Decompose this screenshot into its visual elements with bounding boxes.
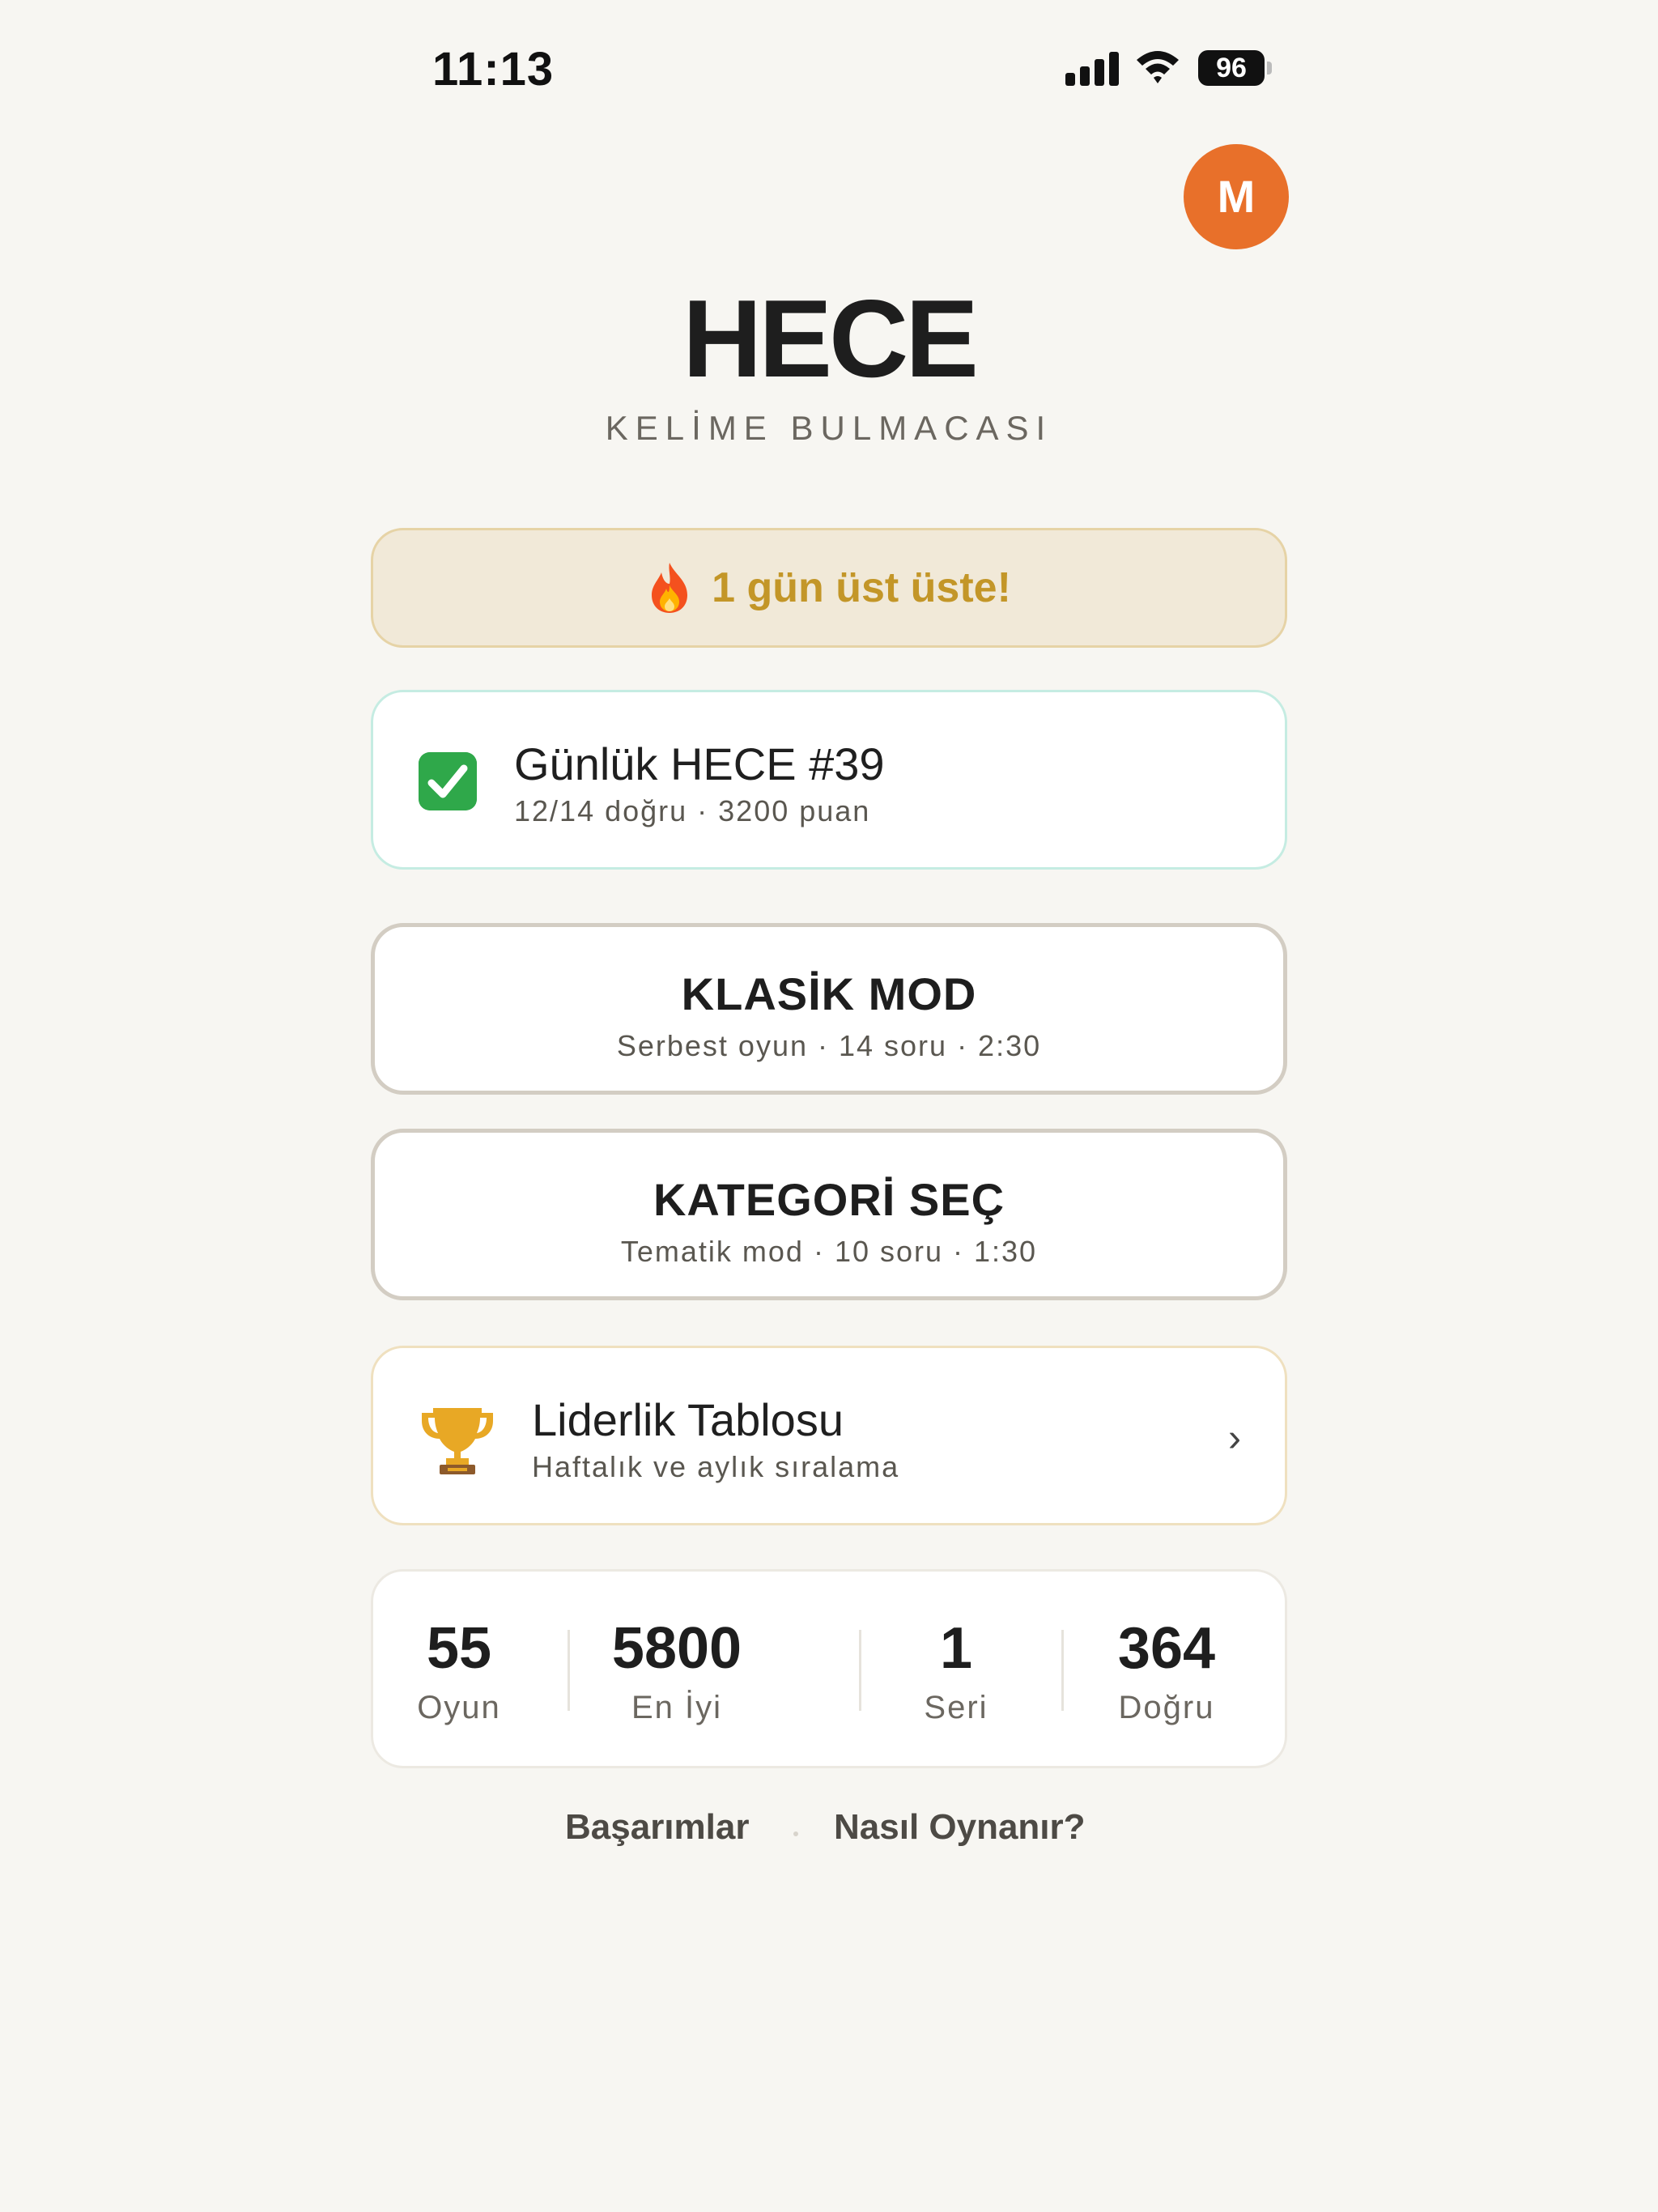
streak-text: 1 gün üst üste! [712, 564, 1011, 611]
how-to-play-link[interactable]: Nasıl Oynanır? [834, 1807, 1086, 1848]
daily-result: 12/14 doğru · 3200 puan [514, 794, 871, 827]
fire-icon [652, 563, 688, 613]
mode-subtitle: Serbest oyun · 14 soru · 2:30 [616, 1029, 1042, 1062]
stat-games: 55 Oyun [386, 1615, 532, 1726]
home-screen: 11:13 96 M HECE KELİME BULMACASI 1 gün ü… [0, 0, 1658, 2212]
profile-avatar-button[interactable]: M [1184, 144, 1289, 249]
app-title: HECE [682, 277, 979, 400]
streak-banner: 1 gün üst üste! [371, 528, 1287, 648]
stat-label: En İyi [631, 1690, 723, 1725]
footer-separator [793, 1831, 798, 1836]
leaderboard-title: Liderlik Tablosu [532, 1394, 844, 1445]
wifi-icon [1137, 51, 1179, 83]
stat-label: Seri [924, 1690, 988, 1725]
classic-mode-button[interactable]: KLASİK MOD Serbest oyun · 14 soru · 2:30 [371, 923, 1287, 1095]
stat-label: Oyun [417, 1690, 501, 1725]
stats-panel: 55 Oyun 5800 En İyi 1 Seri 364 Doğru [371, 1569, 1287, 1768]
stat-divider [1061, 1630, 1064, 1711]
stat-streak: 1 Seri [867, 1615, 1045, 1726]
mode-title: KATEGORİ SEÇ [653, 1174, 1005, 1225]
app-subtitle: KELİME BULMACASI [605, 409, 1053, 447]
stat-divider [859, 1630, 861, 1711]
mode-title: KLASİK MOD [681, 968, 977, 1019]
achievements-link[interactable]: Başarımlar [565, 1807, 749, 1848]
stat-value: 1 [939, 1616, 973, 1681]
stat-value: 364 [1117, 1616, 1216, 1681]
stat-divider [568, 1630, 570, 1711]
trophy-icon [422, 1408, 493, 1474]
stat-label: Doğru [1118, 1690, 1215, 1725]
leaderboard-button[interactable]: Liderlik Tablosu Haftalık ve aylık sıral… [371, 1346, 1287, 1525]
stat-correct: 364 Doğru [1069, 1615, 1264, 1726]
category-mode-button[interactable]: KATEGORİ SEÇ Tematik mod · 10 soru · 1:3… [371, 1129, 1287, 1300]
stat-value: 5800 [611, 1616, 742, 1681]
status-time: 11:13 [432, 43, 555, 96]
mode-subtitle: Tematik mod · 10 soru · 1:30 [620, 1235, 1038, 1268]
chevron-right-icon: › [1228, 1417, 1241, 1460]
leaderboard-subtitle: Haftalık ve aylık sıralama [532, 1450, 900, 1483]
stat-value: 55 [426, 1616, 492, 1681]
stat-best: 5800 En İyi [576, 1615, 778, 1726]
cellular-signal-icon [1065, 50, 1119, 86]
daily-title: Günlük HECE #39 [514, 738, 885, 789]
daily-hece-card[interactable]: Günlük HECE #39 12/14 doğru · 3200 puan [371, 690, 1287, 870]
battery-cap [1267, 62, 1272, 74]
check-icon [419, 752, 477, 810]
battery-icon: 96 [1198, 50, 1265, 86]
